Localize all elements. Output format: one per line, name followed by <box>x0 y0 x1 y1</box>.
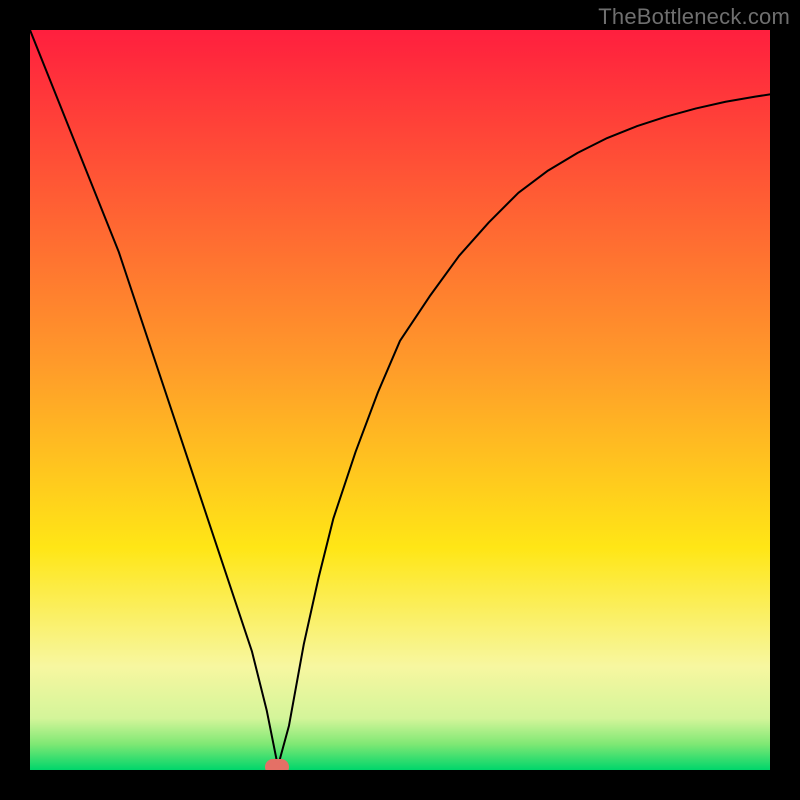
chart-frame: TheBottleneck.com <box>0 0 800 800</box>
plot-area <box>30 30 770 770</box>
gradient-background <box>30 30 770 770</box>
bottleneck-chart <box>30 30 770 770</box>
optimum-marker <box>265 759 289 770</box>
watermark-text: TheBottleneck.com <box>598 4 790 30</box>
